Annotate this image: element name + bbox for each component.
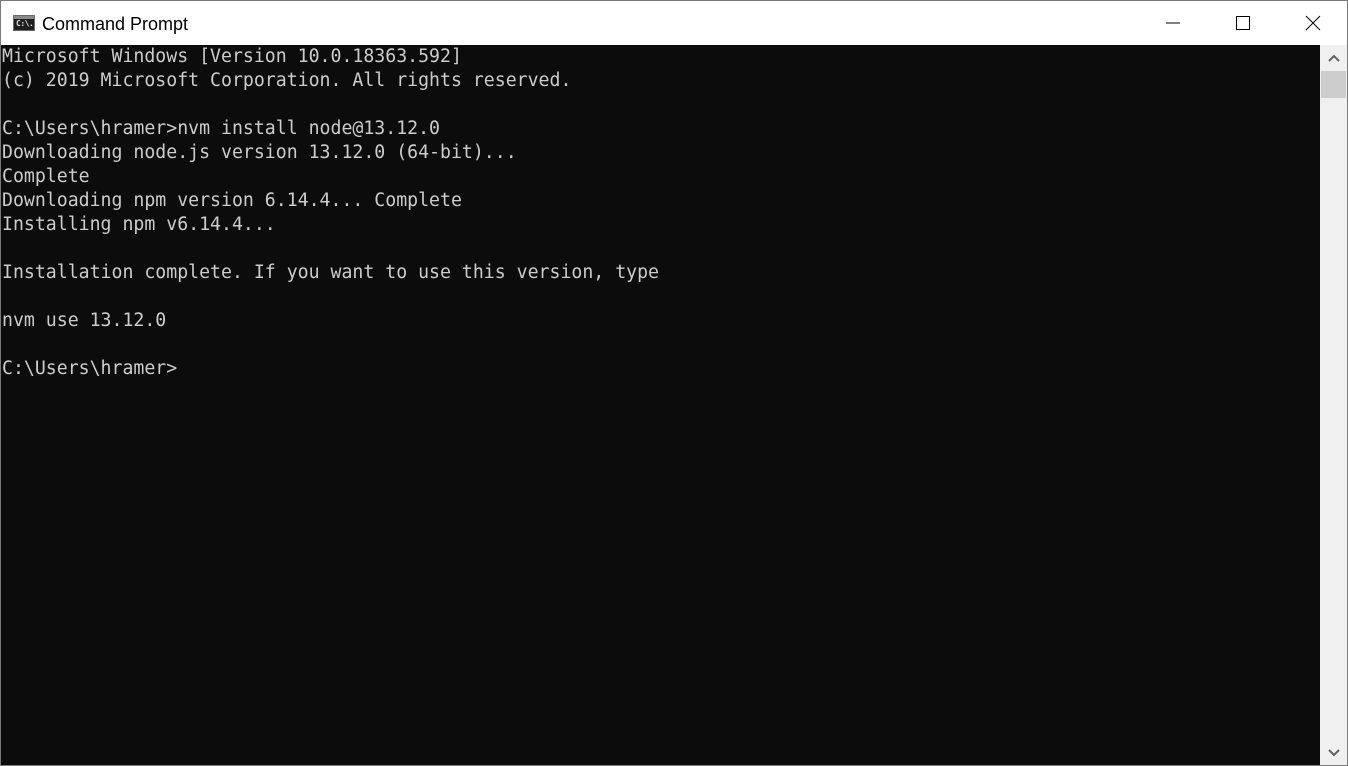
console-line: (c) 2019 Microsoft Corporation. All righ… xyxy=(2,70,572,91)
scroll-down-button[interactable] xyxy=(1320,740,1347,765)
command-prompt-window: C:\. Command Prompt Microsoft Windows [V… xyxy=(0,0,1348,766)
title-bar[interactable]: C:\. Command Prompt xyxy=(1,1,1347,45)
cmd-icon[interactable]: C:\. xyxy=(13,15,35,31)
vertical-scrollbar[interactable] xyxy=(1320,45,1347,765)
minimize-icon xyxy=(1166,22,1180,24)
console-line: nvm use 13.12.0 xyxy=(2,310,167,331)
console-line: Downloading npm version 6.14.4... Comple… xyxy=(2,190,462,211)
console-line: Installing npm v6.14.4... xyxy=(2,214,276,235)
chevron-up-icon xyxy=(1327,54,1340,62)
chevron-down-icon xyxy=(1327,748,1340,756)
console-output[interactable]: Microsoft Windows [Version 10.0.18363.59… xyxy=(1,45,1320,765)
console-prompt-line[interactable]: C:\Users\hramer> xyxy=(1,357,1320,381)
console-line: C:\Users\hramer>nvm install node@13.12.0 xyxy=(2,118,440,139)
console-line: Downloading node.js version 13.12.0 (64-… xyxy=(2,142,517,163)
scroll-up-button[interactable] xyxy=(1320,45,1347,70)
console-line: Installation complete. If you want to us… xyxy=(2,262,659,283)
maximize-icon xyxy=(1236,16,1250,30)
close-button[interactable] xyxy=(1278,1,1348,45)
minimize-button[interactable] xyxy=(1138,1,1208,45)
close-icon xyxy=(1305,15,1321,31)
console-line: Microsoft Windows [Version 10.0.18363.59… xyxy=(2,46,462,67)
scrollbar-thumb[interactable] xyxy=(1321,71,1346,98)
maximize-button[interactable] xyxy=(1208,1,1278,45)
window-title: Command Prompt xyxy=(42,14,189,34)
console-line: Complete xyxy=(2,166,90,187)
